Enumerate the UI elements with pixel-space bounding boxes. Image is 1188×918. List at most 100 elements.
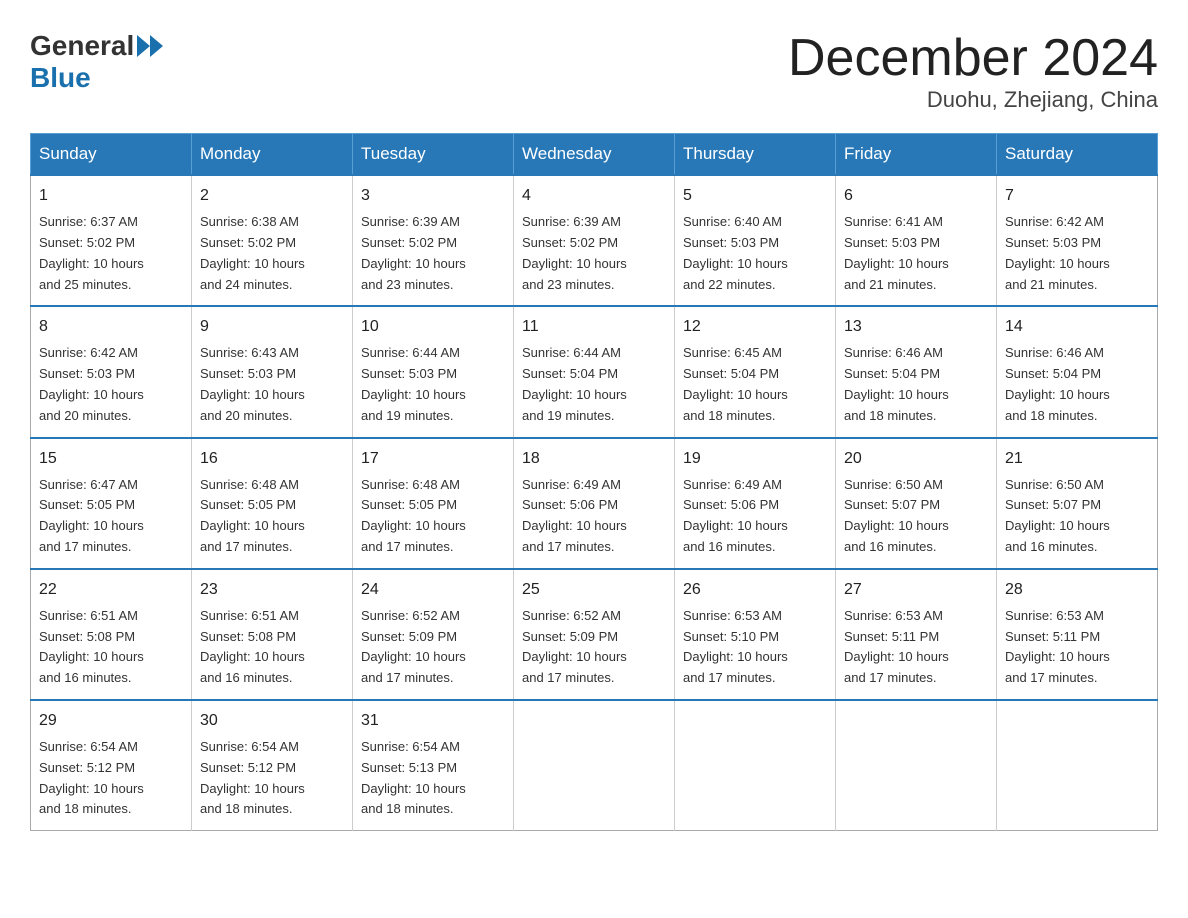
day-number: 9 xyxy=(200,315,344,339)
calendar-cell xyxy=(514,700,675,831)
day-info: Sunrise: 6:48 AMSunset: 5:05 PMDaylight:… xyxy=(200,475,344,558)
day-number: 15 xyxy=(39,447,183,471)
calendar-cell: 9 Sunrise: 6:43 AMSunset: 5:03 PMDaylight… xyxy=(192,306,353,437)
calendar-cell: 11 Sunrise: 6:44 AMSunset: 5:04 PMDayligh… xyxy=(514,306,675,437)
calendar-cell: 16 Sunrise: 6:48 AMSunset: 5:05 PMDayligh… xyxy=(192,438,353,569)
calendar-cell: 14 Sunrise: 6:46 AMSunset: 5:04 PMDayligh… xyxy=(997,306,1158,437)
day-number: 12 xyxy=(683,315,827,339)
week-row-5: 29 Sunrise: 6:54 AMSunset: 5:12 PMDayligh… xyxy=(31,700,1158,831)
day-header-wednesday: Wednesday xyxy=(514,134,675,176)
calendar-cell: 15 Sunrise: 6:47 AMSunset: 5:05 PMDayligh… xyxy=(31,438,192,569)
calendar-cell: 6Sunrise: 6:41 AMSunset: 5:03 PMDaylight… xyxy=(836,175,997,306)
day-info: Sunrise: 6:53 AMSunset: 5:10 PMDaylight:… xyxy=(683,606,827,689)
calendar-table: SundayMondayTuesdayWednesdayThursdayFrid… xyxy=(30,133,1158,831)
day-info: Sunrise: 6:51 AMSunset: 5:08 PMDaylight:… xyxy=(39,606,183,689)
week-row-4: 22 Sunrise: 6:51 AMSunset: 5:08 PMDayligh… xyxy=(31,569,1158,700)
calendar-cell: 30 Sunrise: 6:54 AMSunset: 5:12 PMDayligh… xyxy=(192,700,353,831)
day-header-sunday: Sunday xyxy=(31,134,192,176)
calendar-cell xyxy=(836,700,997,831)
day-info: Sunrise: 6:41 AMSunset: 5:03 PMDaylight:… xyxy=(844,212,988,295)
day-info: Sunrise: 6:42 AMSunset: 5:03 PMDaylight:… xyxy=(39,343,183,426)
day-number: 27 xyxy=(844,578,988,602)
day-number: 2 xyxy=(200,184,344,208)
calendar-cell: 23Sunrise: 6:51 AMSunset: 5:08 PMDayligh… xyxy=(192,569,353,700)
calendar-cell: 17Sunrise: 6:48 AMSunset: 5:05 PMDayligh… xyxy=(353,438,514,569)
day-number: 18 xyxy=(522,447,666,471)
day-number: 4 xyxy=(522,184,666,208)
days-header-row: SundayMondayTuesdayWednesdayThursdayFrid… xyxy=(31,134,1158,176)
day-info: Sunrise: 6:47 AMSunset: 5:05 PMDaylight:… xyxy=(39,475,183,558)
day-number: 29 xyxy=(39,709,183,733)
day-info: Sunrise: 6:50 AMSunset: 5:07 PMDaylight:… xyxy=(844,475,988,558)
day-header-thursday: Thursday xyxy=(675,134,836,176)
day-number: 11 xyxy=(522,315,666,339)
day-info: Sunrise: 6:40 AMSunset: 5:03 PMDaylight:… xyxy=(683,212,827,295)
day-number: 20 xyxy=(844,447,988,471)
calendar-cell: 1 Sunrise: 6:37 AMSunset: 5:02 PMDaylight… xyxy=(31,175,192,306)
calendar-cell: 7 Sunrise: 6:42 AMSunset: 5:03 PMDaylight… xyxy=(997,175,1158,306)
day-header-monday: Monday xyxy=(192,134,353,176)
day-info: Sunrise: 6:50 AMSunset: 5:07 PMDaylight:… xyxy=(1005,475,1149,558)
calendar-cell: 22 Sunrise: 6:51 AMSunset: 5:08 PMDayligh… xyxy=(31,569,192,700)
calendar-cell: 26 Sunrise: 6:53 AMSunset: 5:10 PMDayligh… xyxy=(675,569,836,700)
calendar-cell: 10Sunrise: 6:44 AMSunset: 5:03 PMDayligh… xyxy=(353,306,514,437)
day-header-tuesday: Tuesday xyxy=(353,134,514,176)
day-info: Sunrise: 6:53 AMSunset: 5:11 PMDaylight:… xyxy=(844,606,988,689)
logo-blue-text: Blue xyxy=(30,62,91,93)
day-number: 16 xyxy=(200,447,344,471)
calendar-cell: 3 Sunrise: 6:39 AMSunset: 5:02 PMDaylight… xyxy=(353,175,514,306)
page-header: General Blue December 2024 Duohu, Zhejia… xyxy=(30,30,1158,113)
calendar-cell: 8Sunrise: 6:42 AMSunset: 5:03 PMDaylight… xyxy=(31,306,192,437)
day-number: 26 xyxy=(683,578,827,602)
day-info: Sunrise: 6:52 AMSunset: 5:09 PMDaylight:… xyxy=(361,606,505,689)
day-info: Sunrise: 6:39 AMSunset: 5:02 PMDaylight:… xyxy=(522,212,666,295)
logo-general-text: General xyxy=(30,30,134,62)
day-info: Sunrise: 6:53 AMSunset: 5:11 PMDaylight:… xyxy=(1005,606,1149,689)
day-info: Sunrise: 6:39 AMSunset: 5:02 PMDaylight:… xyxy=(361,212,505,295)
calendar-cell: 5 Sunrise: 6:40 AMSunset: 5:03 PMDaylight… xyxy=(675,175,836,306)
calendar-cell: 19 Sunrise: 6:49 AMSunset: 5:06 PMDayligh… xyxy=(675,438,836,569)
calendar-cell: 20 Sunrise: 6:50 AMSunset: 5:07 PMDayligh… xyxy=(836,438,997,569)
day-number: 19 xyxy=(683,447,827,471)
day-info: Sunrise: 6:48 AMSunset: 5:05 PMDaylight:… xyxy=(361,475,505,558)
day-info: Sunrise: 6:38 AMSunset: 5:02 PMDaylight:… xyxy=(200,212,344,295)
day-info: Sunrise: 6:49 AMSunset: 5:06 PMDaylight:… xyxy=(683,475,827,558)
week-row-3: 15 Sunrise: 6:47 AMSunset: 5:05 PMDayligh… xyxy=(31,438,1158,569)
logo-triangle-icon2 xyxy=(150,35,163,57)
title-area: December 2024 Duohu, Zhejiang, China xyxy=(788,30,1158,113)
day-number: 14 xyxy=(1005,315,1149,339)
day-info: Sunrise: 6:45 AMSunset: 5:04 PMDaylight:… xyxy=(683,343,827,426)
day-number: 21 xyxy=(1005,447,1149,471)
calendar-cell: 12 Sunrise: 6:45 AMSunset: 5:04 PMDayligh… xyxy=(675,306,836,437)
day-info: Sunrise: 6:49 AMSunset: 5:06 PMDaylight:… xyxy=(522,475,666,558)
day-info: Sunrise: 6:42 AMSunset: 5:03 PMDaylight:… xyxy=(1005,212,1149,295)
day-number: 5 xyxy=(683,184,827,208)
calendar-cell: 4 Sunrise: 6:39 AMSunset: 5:02 PMDaylight… xyxy=(514,175,675,306)
day-number: 28 xyxy=(1005,578,1149,602)
calendar-cell xyxy=(675,700,836,831)
day-info: Sunrise: 6:54 AMSunset: 5:12 PMDaylight:… xyxy=(200,737,344,820)
day-info: Sunrise: 6:54 AMSunset: 5:12 PMDaylight:… xyxy=(39,737,183,820)
calendar-cell: 18 Sunrise: 6:49 AMSunset: 5:06 PMDayligh… xyxy=(514,438,675,569)
day-number: 22 xyxy=(39,578,183,602)
day-info: Sunrise: 6:43 AMSunset: 5:03 PMDaylight:… xyxy=(200,343,344,426)
calendar-cell: 24Sunrise: 6:52 AMSunset: 5:09 PMDayligh… xyxy=(353,569,514,700)
calendar-cell: 27 Sunrise: 6:53 AMSunset: 5:11 PMDayligh… xyxy=(836,569,997,700)
day-info: Sunrise: 6:44 AMSunset: 5:04 PMDaylight:… xyxy=(522,343,666,426)
day-header-saturday: Saturday xyxy=(997,134,1158,176)
day-number: 1 xyxy=(39,184,183,208)
day-number: 10 xyxy=(361,315,505,339)
day-info: Sunrise: 6:37 AMSunset: 5:02 PMDaylight:… xyxy=(39,212,183,295)
day-number: 30 xyxy=(200,709,344,733)
day-number: 3 xyxy=(361,184,505,208)
calendar-cell: 25Sunrise: 6:52 AMSunset: 5:09 PMDayligh… xyxy=(514,569,675,700)
week-row-1: 1 Sunrise: 6:37 AMSunset: 5:02 PMDaylight… xyxy=(31,175,1158,306)
day-info: Sunrise: 6:51 AMSunset: 5:08 PMDaylight:… xyxy=(200,606,344,689)
day-info: Sunrise: 6:54 AMSunset: 5:13 PMDaylight:… xyxy=(361,737,505,820)
day-info: Sunrise: 6:52 AMSunset: 5:09 PMDaylight:… xyxy=(522,606,666,689)
calendar-cell: 2 Sunrise: 6:38 AMSunset: 5:02 PMDaylight… xyxy=(192,175,353,306)
day-info: Sunrise: 6:46 AMSunset: 5:04 PMDaylight:… xyxy=(1005,343,1149,426)
day-number: 7 xyxy=(1005,184,1149,208)
logo-triangle-icon xyxy=(137,35,150,57)
logo: General Blue xyxy=(30,30,163,94)
